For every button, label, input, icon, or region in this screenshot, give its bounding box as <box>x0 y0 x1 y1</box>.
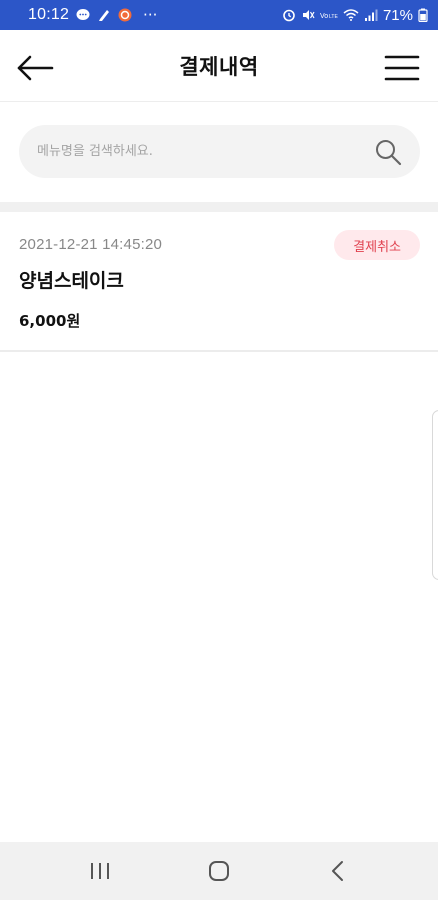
edge-panel-handle[interactable] <box>432 410 438 580</box>
mute-icon <box>302 10 315 20</box>
payment-status-badge: 결제취소 <box>334 230 420 260</box>
menu-button[interactable] <box>384 52 420 84</box>
battery-icon <box>418 8 428 22</box>
home-button[interactable] <box>199 851 239 891</box>
payment-list-item[interactable]: 2021-12-21 14:45:20 결제취소 양념스테이크 6,000원 <box>0 212 438 352</box>
chat-bubble-icon <box>76 9 90 20</box>
status-right: Vo LTE 71% <box>282 7 428 24</box>
search-box <box>19 125 420 178</box>
back-button[interactable] <box>16 52 56 84</box>
app-header: 결제내역 <box>0 30 438 102</box>
page-title: 결제내역 <box>179 54 259 79</box>
back-icon <box>332 861 344 881</box>
recent-apps-icon <box>90 863 109 879</box>
wifi-icon <box>343 9 359 21</box>
svg-text:Vo: Vo <box>320 13 328 20</box>
payment-menu-name: 양념스테이크 <box>19 270 124 292</box>
search-area <box>0 102 438 202</box>
app-badge-icon <box>118 8 132 22</box>
home-icon <box>208 861 229 881</box>
volte-icon: Vo LTE <box>320 13 338 20</box>
payment-date: 2021-12-21 14:45:20 <box>19 236 163 253</box>
payment-price: 6,000원 <box>19 312 81 330</box>
search-icon <box>376 140 402 166</box>
system-nav-bar <box>0 842 438 900</box>
alarm-icon <box>283 9 295 22</box>
hamburger-menu-icon <box>384 55 420 81</box>
status-time: 10:12 <box>28 6 70 23</box>
signal-icon <box>364 9 378 21</box>
svg-text:LTE: LTE <box>329 14 338 20</box>
search-input[interactable] <box>37 125 357 178</box>
battery-percent: 71% <box>382 6 413 24</box>
arrow-left-icon <box>17 55 54 81</box>
recent-apps-button[interactable] <box>80 851 120 891</box>
section-divider <box>0 202 438 212</box>
status-bar: 10:12 ··· Vo LTE 71% <box>0 0 438 30</box>
search-button[interactable] <box>374 138 402 166</box>
pen-icon <box>99 10 110 21</box>
status-left: 10:12 ··· <box>28 6 157 24</box>
nav-back-button[interactable] <box>318 851 358 891</box>
status-more: ··· <box>143 6 158 24</box>
